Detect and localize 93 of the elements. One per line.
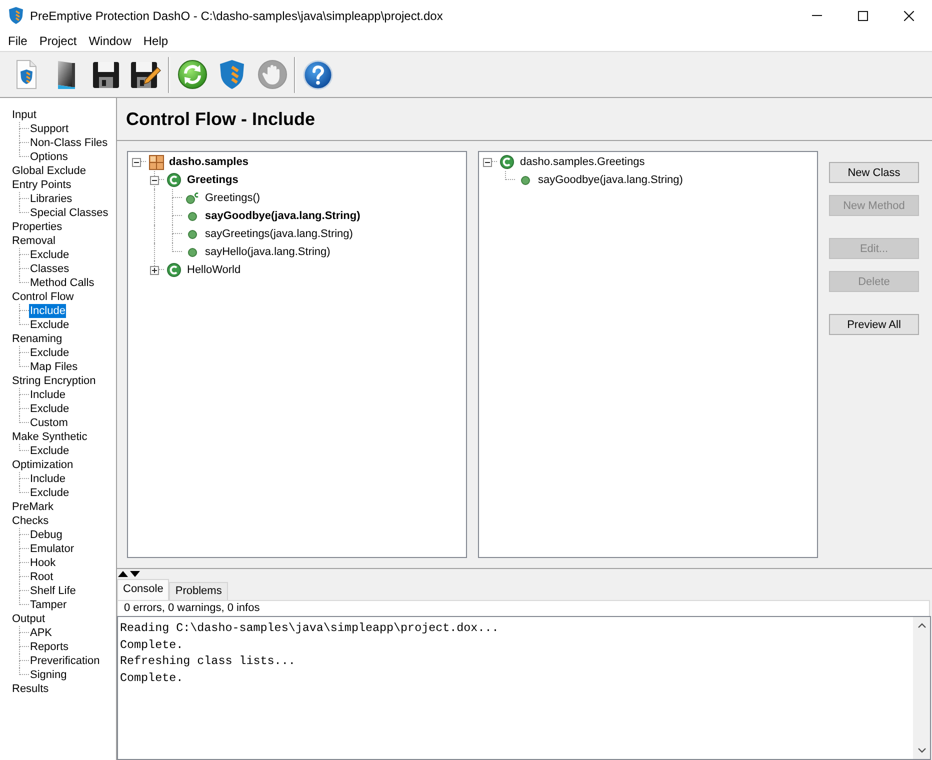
- page-title: Control Flow - Include: [126, 108, 315, 130]
- panel-tab[interactable]: Console: [117, 579, 170, 600]
- nav-item[interactable]: Reports: [29, 640, 70, 654]
- menu-item[interactable]: Window: [88, 34, 132, 48]
- nav-item[interactable]: Properties: [11, 220, 64, 234]
- nav-item[interactable]: Entry Points: [11, 178, 72, 192]
- dot-icon: [520, 176, 530, 184]
- console-line: Complete.: [120, 636, 184, 654]
- nav-item[interactable]: Shelf Life: [29, 584, 77, 598]
- panel-tab[interactable]: Problems: [169, 582, 228, 600]
- minus-box-icon[interactable]: [483, 158, 492, 166]
- nav-item[interactable]: Exclude: [29, 402, 70, 416]
- nav-item[interactable]: Support: [29, 122, 70, 136]
- floppy-pencil-icon[interactable]: [131, 62, 161, 88]
- nav-item[interactable]: Options: [29, 150, 69, 164]
- nav-item[interactable]: Checks: [11, 514, 50, 528]
- dot-icon: [188, 248, 196, 256]
- scrollbar-track[interactable]: [913, 617, 930, 759]
- nav-item[interactable]: PreMark: [11, 500, 55, 514]
- nav-item[interactable]: Exclude: [29, 318, 70, 332]
- nav-item[interactable]: Include: [29, 388, 66, 402]
- maximize-icon[interactable]: [858, 10, 868, 20]
- help-icon[interactable]: [303, 60, 333, 90]
- chevron-down-icon[interactable]: [918, 748, 926, 753]
- nav-item[interactable]: Exclude: [29, 444, 70, 458]
- nav-item[interactable]: Custom: [29, 416, 69, 430]
- nav-item[interactable]: Results: [11, 682, 50, 696]
- nav-item[interactable]: Exclude: [29, 486, 70, 500]
- action-button[interactable]: New Class: [829, 162, 919, 183]
- minus-box-icon[interactable]: [150, 176, 159, 184]
- tree-item[interactable]: sayGoodbye(java.lang.String): [538, 174, 683, 186]
- dot-icon: [188, 212, 196, 220]
- down-triangle-icon[interactable]: [130, 571, 140, 577]
- nav-item[interactable]: Non-Class Files: [29, 136, 109, 150]
- nav-item[interactable]: Control Flow: [11, 290, 75, 304]
- console-line: Refreshing class lists...: [120, 653, 296, 670]
- dot-icon: [188, 230, 196, 238]
- nav-item[interactable]: Include: [29, 472, 66, 486]
- menu-item[interactable]: File: [8, 34, 28, 48]
- tree-item[interactable]: sayGoodbye(java.lang.String): [205, 210, 360, 222]
- nav-item[interactable]: String Encryption: [11, 374, 97, 388]
- nav-item[interactable]: Renaming: [11, 332, 64, 346]
- minus-box-icon[interactable]: [132, 158, 141, 166]
- tree-item[interactable]: Greetings(): [205, 192, 260, 204]
- nav-item[interactable]: Global Exclude: [11, 164, 87, 178]
- tree-item[interactable]: dasho.samples.Greetings: [520, 156, 645, 168]
- menu-item[interactable]: Help: [143, 34, 168, 48]
- nav-item[interactable]: Exclude: [29, 346, 70, 360]
- nav-item[interactable]: Tamper: [29, 598, 68, 612]
- tree-item[interactable]: dasho.samples: [169, 156, 248, 168]
- action-button[interactable]: Preview All: [829, 314, 919, 335]
- grid-box-icon: [148, 154, 164, 170]
- nav-item[interactable]: Debug: [29, 528, 64, 542]
- nav-item[interactable]: Input: [11, 108, 38, 122]
- c-circle-icon: [167, 263, 181, 277]
- chevron-up-icon[interactable]: [918, 623, 926, 628]
- nav-item[interactable]: Map Files: [29, 360, 79, 374]
- nav-item[interactable]: Root: [29, 570, 54, 584]
- refresh-icon[interactable]: [178, 60, 206, 89]
- nav-item[interactable]: Special Classes: [29, 206, 110, 220]
- nav-item[interactable]: Exclude: [29, 248, 70, 262]
- c-circle-icon: [500, 155, 514, 169]
- plus-box-icon[interactable]: [150, 266, 159, 274]
- nav-item[interactable]: Optimization: [11, 458, 74, 472]
- folder-icon[interactable]: [56, 60, 76, 89]
- nav-item[interactable]: Output: [11, 612, 46, 626]
- console-line: Reading C:\dasho-samples\java\simpleapp\project.dox...: [120, 620, 500, 637]
- nav-item[interactable]: Signing: [29, 668, 68, 682]
- nav-item[interactable]: Include: [29, 304, 66, 318]
- tree-item[interactable]: sayHello(java.lang.String): [205, 246, 330, 258]
- close-icon[interactable]: [904, 10, 914, 20]
- tree-item[interactable]: HelloWorld: [187, 264, 241, 276]
- shield-icon: [9, 7, 23, 24]
- document-shield-icon[interactable]: [16, 60, 36, 89]
- status-summary: 0 errors, 0 warnings, 0 infos: [117, 600, 930, 616]
- nav-item[interactable]: APK: [29, 626, 54, 640]
- nav-item[interactable]: Emulator: [29, 542, 76, 556]
- nav-item[interactable]: Make Synthetic: [11, 430, 88, 444]
- shield-icon[interactable]: [220, 60, 244, 89]
- console-line: Complete.: [120, 670, 184, 687]
- tree-item[interactable]: sayGreetings(java.lang.String): [205, 228, 353, 240]
- nav-item[interactable]: Classes: [29, 262, 70, 276]
- nav-item[interactable]: Removal: [11, 234, 56, 248]
- nav-item[interactable]: Libraries: [29, 192, 74, 206]
- dot-c-icon: [186, 192, 198, 204]
- c-circle-icon: [167, 173, 181, 187]
- nav-item[interactable]: Method Calls: [29, 276, 96, 290]
- menu-item[interactable]: Project: [39, 34, 77, 48]
- nav-item[interactable]: Hook: [29, 556, 57, 570]
- up-triangle-icon[interactable]: [118, 571, 128, 577]
- window-title: PreEmptive Protection DashO - C:\dasho-samples\java\simpleapp\project.dox: [30, 8, 443, 22]
- tree-item[interactable]: Greetings: [187, 174, 238, 186]
- nav-item[interactable]: Preverification: [29, 654, 101, 668]
